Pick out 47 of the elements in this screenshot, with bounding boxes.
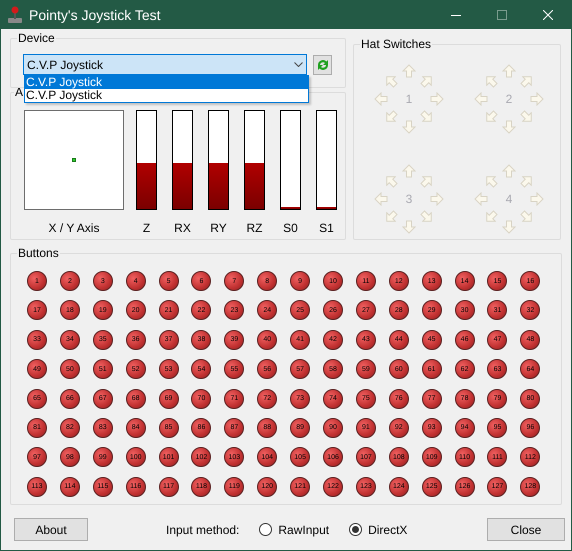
dropdown-item[interactable]: C.V.P Joystick <box>25 89 308 102</box>
caret-icon <box>294 62 303 67</box>
input-method-label: Input method: <box>166 522 240 538</box>
axis-label: RZ <box>246 220 262 237</box>
hat-arrow-icon <box>474 92 488 106</box>
joystick-icon <box>7 6 23 24</box>
hat-number: 2 <box>504 91 514 107</box>
hat-arrow-icon <box>374 192 388 206</box>
maximize-icon[interactable] <box>497 10 507 20</box>
hat-arrow-icon <box>402 64 416 78</box>
close-icon[interactable] <box>543 10 553 20</box>
hat-arrow-icon <box>402 120 416 134</box>
group-label: Device <box>17 31 56 45</box>
axis-label: RX <box>174 220 191 237</box>
axis-label: Z <box>142 220 150 237</box>
group-label: Hat Switches <box>360 37 432 51</box>
hat-arrow-icon <box>430 92 444 106</box>
hat-arrow-icon <box>374 92 388 106</box>
hat-arrow-icon <box>474 192 488 206</box>
close-button[interactable]: Close <box>487 518 565 541</box>
refresh-icon <box>316 58 330 72</box>
about-button[interactable]: About <box>14 518 88 541</box>
hat-arrow-icon <box>502 164 516 178</box>
axis-label: S0 <box>283 220 298 237</box>
hat-arrow-icon <box>530 192 544 206</box>
device-dropdown[interactable]: C.V.P Joystick <box>23 54 307 75</box>
group-label: Buttons <box>17 246 60 260</box>
radio-option[interactable]: DirectX <box>349 520 408 538</box>
hat-arrow-icon <box>502 120 516 134</box>
hat-arrow-icon <box>502 64 516 78</box>
window-title: Pointy's Joystick Test <box>29 6 161 25</box>
hat-number: 4 <box>504 191 514 207</box>
hat-arrow-icon <box>402 220 416 234</box>
radio-option[interactable]: RawInput <box>259 520 330 538</box>
refresh-button[interactable] <box>313 54 332 74</box>
hat-arrow-icon <box>502 220 516 234</box>
radio-circle[interactable] <box>349 523 362 536</box>
dropdown-item[interactable]: C.V.P Joystick <box>25 76 308 89</box>
group-label: A <box>14 85 24 99</box>
axis-label: RY <box>210 220 227 237</box>
axis-label: X / Y Axis <box>48 220 100 237</box>
hat-number: 1 <box>404 91 414 107</box>
hat-arrow-icon <box>402 164 416 178</box>
axis-label: S1 <box>319 220 334 237</box>
hat-number: 3 <box>404 191 414 207</box>
hat-arrow-icon <box>530 92 544 106</box>
hat-arrow-icon <box>430 192 444 206</box>
